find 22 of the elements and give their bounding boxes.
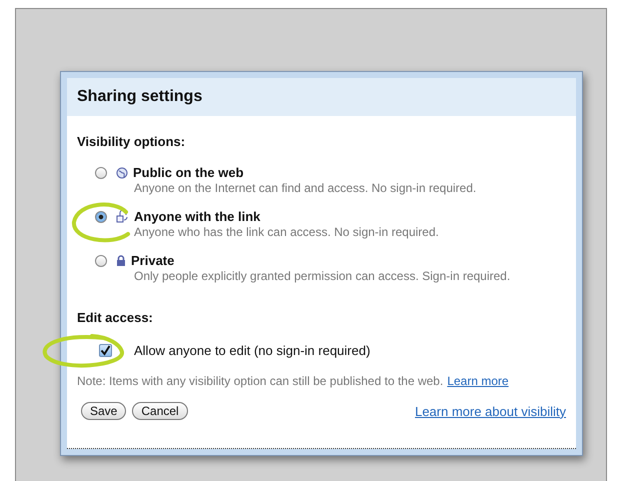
option-description: Anyone who has the link can access. No sign-in required.	[134, 225, 440, 239]
radio-button[interactable]	[95, 254, 107, 266]
lock-icon	[116, 255, 126, 266]
checkbox[interactable]	[99, 344, 112, 357]
section-heading: Visibility options:	[77, 134, 186, 149]
dialog-title: Sharing settings	[77, 88, 202, 106]
radio-button[interactable]	[95, 166, 107, 178]
cancel-button[interactable]: Cancel	[132, 402, 188, 420]
option-label: Private	[131, 253, 174, 268]
learn-more-link[interactable]: Learn more	[447, 374, 509, 388]
option-label: Anyone with the link	[134, 209, 260, 224]
radio-button[interactable]	[95, 210, 107, 222]
option-description: Only people explicitly granted permission can access. Sign-in required.	[134, 269, 512, 283]
link-icon	[116, 210, 129, 223]
save-button[interactable]: Save	[81, 402, 126, 420]
option-label: Public on the web	[133, 165, 244, 180]
visibility-help-link[interactable]: Learn more about visibility	[414, 404, 566, 418]
option-description: Anyone on the Internet can find and access. No sign-in required.	[134, 181, 478, 195]
section-heading: Edit access:	[77, 310, 154, 325]
globe-icon	[116, 166, 128, 178]
checkbox-label: Allow anyone to edit (no sign-in required)	[134, 343, 370, 358]
note-text: Note: Items with any visibility option can still be published to the web.	[77, 374, 444, 388]
